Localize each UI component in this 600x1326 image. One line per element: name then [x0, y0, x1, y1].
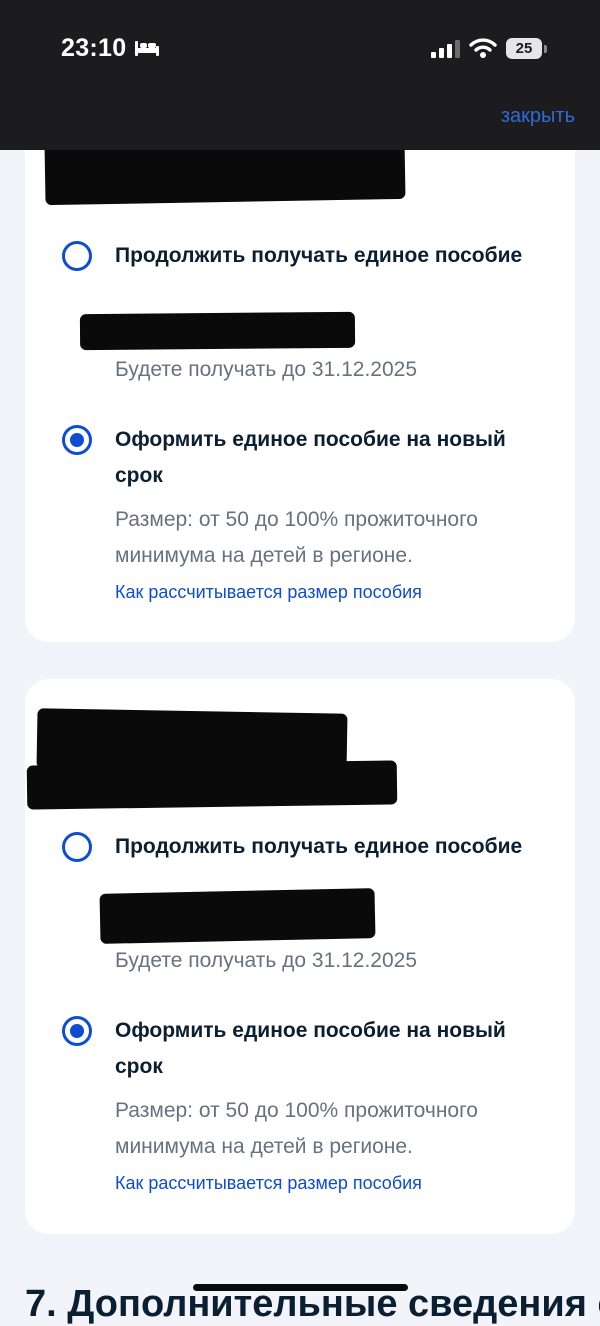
option-title: Оформить единое пособие на новый срок [115, 1019, 506, 1078]
radio-continue[interactable] [62, 241, 92, 271]
option-title: Оформить единое пособие на новый срок [115, 428, 506, 487]
redacted-area [79, 311, 356, 351]
signal-icon [431, 40, 460, 58]
radio-new-term[interactable] [62, 1016, 92, 1046]
option-subtitle: Будете получать до 31.12.2025 [115, 949, 418, 972]
redacted-area [26, 760, 398, 810]
radio-continue[interactable] [62, 832, 92, 862]
benefit-card: Продолжить получать единое пособие Будет… [25, 679, 575, 1234]
benefit-size-link[interactable]: Как рассчитывается размер пособия [115, 579, 422, 605]
redacted-area [99, 888, 376, 944]
benefit-size-link[interactable]: Как рассчитывается размер пособия [115, 1170, 422, 1196]
option-subtitle: Будете получать до 31.12.2025 [115, 358, 418, 381]
benefit-card: Продолжить получать единое пособие Будет… [25, 110, 575, 642]
bed-icon [135, 41, 159, 56]
option-title: Продолжить получать единое пособие [115, 835, 523, 858]
top-bar: 23:10 25 закрыть [0, 0, 600, 150]
option-subtitle: Размер: от 50 до 100% прожиточного миним… [115, 508, 478, 567]
option-title: Продолжить получать единое пособие [115, 244, 523, 267]
wifi-icon [469, 38, 497, 58]
option-subtitle: Размер: от 50 до 100% прожиточного миним… [115, 1099, 478, 1158]
radio-new-term[interactable] [62, 425, 92, 455]
close-button[interactable]: закрыть [501, 105, 575, 128]
battery-cap [544, 45, 547, 53]
battery-icon: 25 [506, 38, 542, 59]
home-indicator[interactable] [193, 1284, 408, 1291]
status-time: 23:10 [61, 34, 127, 62]
